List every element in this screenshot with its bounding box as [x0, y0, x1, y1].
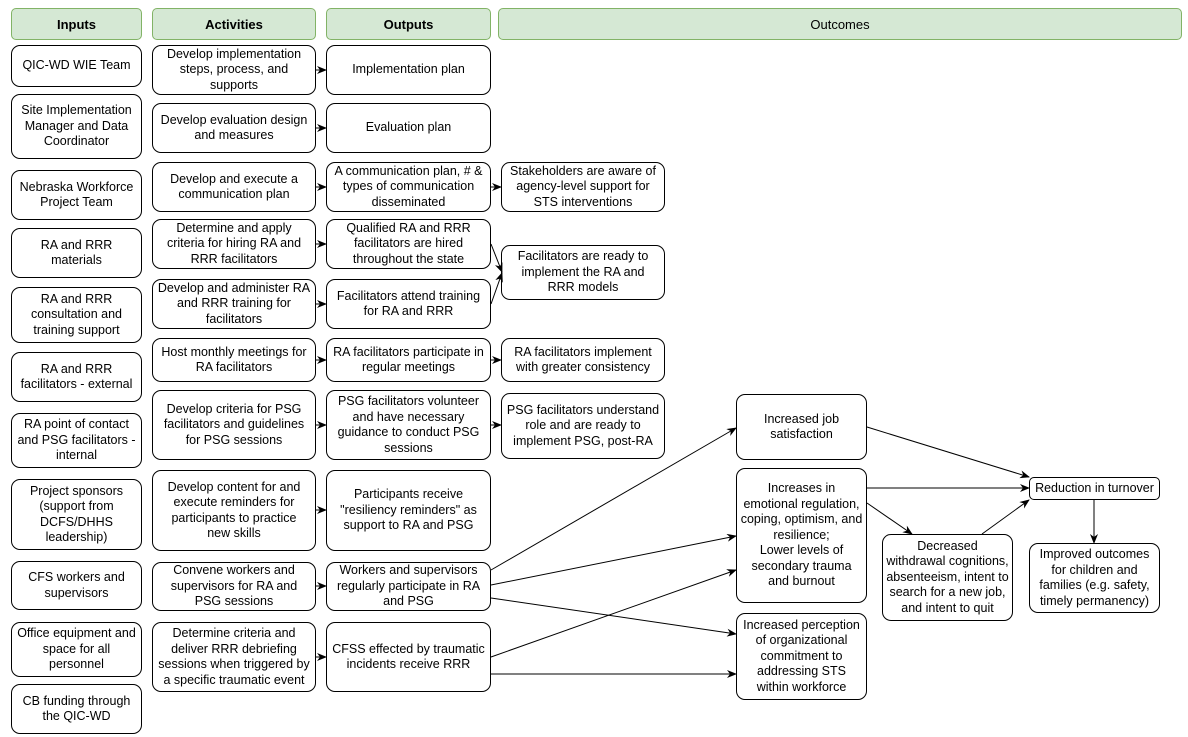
output-box: CFSS effected by traumatic incidents rec… — [326, 622, 491, 692]
mid-outcome-box: Increased perception of organizational c… — [736, 613, 867, 700]
turnover-outcome-box: Reduction in turnover — [1029, 477, 1160, 500]
output-box: Evaluation plan — [326, 103, 491, 153]
input-box: Nebraska Workforce Project Team — [11, 170, 142, 220]
withdrawal-outcome-box: Decreased withdrawal cognitions, absente… — [882, 534, 1013, 621]
output-box: PSG facilitators volunteer and have nece… — [326, 390, 491, 460]
short-outcome-box: RA facilitators implement with greater c… — [501, 338, 665, 382]
arrow — [866, 502, 913, 535]
input-box: RA and RRR materials — [11, 228, 142, 278]
input-box: Project sponsors (support from DCFS/DHHS… — [11, 479, 142, 550]
header-activities: Activities — [152, 8, 316, 40]
input-box: CFS workers and supervisors — [11, 561, 142, 610]
arrow — [490, 597, 737, 637]
activity-box: Develop content for and execute reminder… — [152, 470, 316, 551]
short-outcome-box: Stakeholders are aware of agency-level s… — [501, 162, 665, 212]
output-box: Facilitators attend training for RA and … — [326, 279, 491, 329]
output-box: A communication plan, # & types of commu… — [326, 162, 491, 212]
header-outputs: Outputs — [326, 8, 491, 40]
input-box: Site Implementation Manager and Data Coo… — [11, 94, 142, 159]
activity-box: Determine and apply criteria for hiring … — [152, 219, 316, 269]
arrow — [490, 569, 737, 658]
activity-box: Develop criteria for PSG facilitators an… — [152, 390, 316, 460]
input-box: RA point of contact and PSG facilitators… — [11, 413, 142, 468]
output-box: RA facilitators participate in regular m… — [326, 338, 491, 382]
activity-box: Determine criteria and deliver RRR debri… — [152, 622, 316, 692]
output-box: Implementation plan — [326, 45, 491, 95]
output-box: Participants receive "resiliency reminde… — [326, 470, 491, 551]
header-outcomes: Outcomes — [498, 8, 1182, 40]
output-box: Workers and supervisors regularly partic… — [326, 562, 491, 611]
mid-outcome-box: Increases in emotional regulation, copin… — [736, 468, 867, 603]
activity-box: Develop and execute a communication plan — [152, 162, 316, 212]
activity-box: Host monthly meetings for RA facilitator… — [152, 338, 316, 382]
arrow — [866, 426, 1030, 479]
mid-outcome-box: Increased job satisfaction — [736, 394, 867, 460]
output-box: Qualified RA and RRR facilitators are hi… — [326, 219, 491, 269]
short-outcome-box: Facilitators are ready to implement the … — [501, 245, 665, 300]
input-box: RA and RRR consultation and training sup… — [11, 287, 142, 343]
input-box: RA and RRR facilitators - external — [11, 352, 142, 402]
input-box: Office equipment and space for all perso… — [11, 622, 142, 677]
activity-box: Convene workers and supervisors for RA a… — [152, 562, 316, 611]
input-box: CB funding through the QIC-WD — [11, 684, 142, 734]
input-box: QIC-WD WIE Team — [11, 45, 142, 87]
header-inputs: Inputs — [11, 8, 142, 40]
short-outcome-box: PSG facilitators understand role and are… — [501, 393, 665, 459]
improved-outcomes-box: Improved outcomes for children and famil… — [1029, 543, 1160, 613]
activity-box: Develop and administer RA and RRR traini… — [152, 279, 316, 329]
activity-box: Develop implementation steps, process, a… — [152, 45, 316, 95]
arrow — [981, 499, 1030, 535]
activity-box: Develop evaluation design and measures — [152, 103, 316, 153]
arrow — [490, 533, 737, 586]
